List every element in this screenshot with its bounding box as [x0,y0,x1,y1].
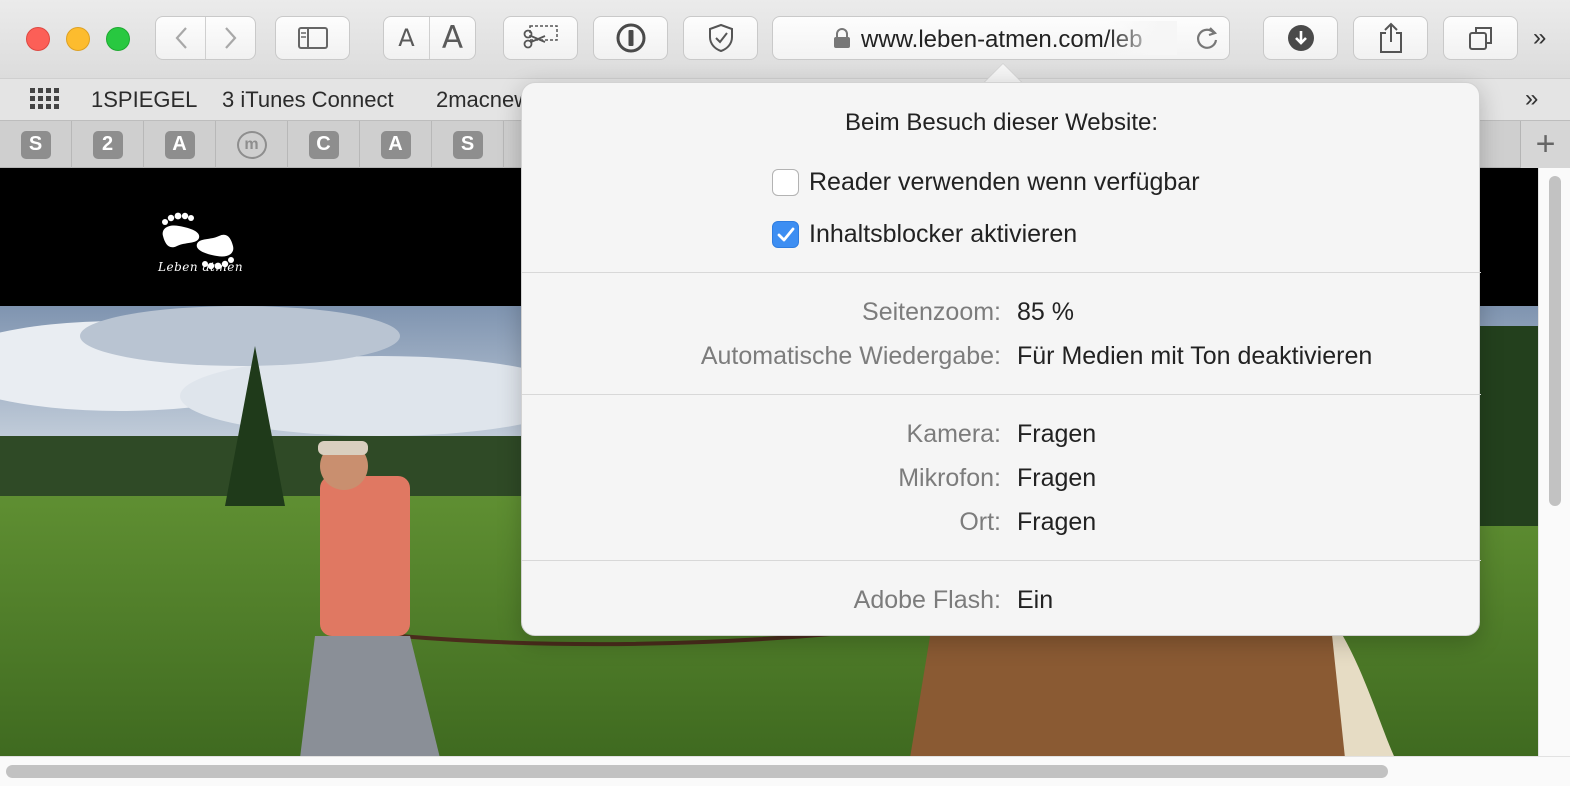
spiegel-favicon-icon: S [20,130,51,159]
reader-label: Reader verwenden wenn verfügbar [809,168,1200,196]
toolbar-overflow-button[interactable]: » [1533,24,1546,52]
tab-favicon-icon: m [236,130,267,159]
address-bar[interactable]: www.leben-atmen.com/leb [772,16,1230,60]
pinned-tab[interactable]: A [360,121,432,168]
sidebar-icon [297,27,328,49]
camera-value[interactable]: Fragen [1017,420,1096,449]
vertical-scrollbar[interactable] [1538,168,1570,758]
flash-value[interactable]: Ein [1017,586,1053,615]
url-text: www.leben-atmen.com/leb [861,26,1143,53]
favorite-link[interactable]: 3 iTunes Connect [222,87,394,113]
pinned-tab[interactable]: S [0,121,72,168]
website-settings-popover: Beim Besuch dieser Website: Reader verwe… [521,82,1481,636]
smaller-text-button[interactable]: A [384,17,429,59]
pinned-tab[interactable]: 2 [72,121,144,168]
reload-icon[interactable] [1193,25,1221,53]
microphone-row: Mikrofon: Fragen [522,464,1481,498]
vertical-scroll-thumb[interactable] [1549,176,1561,506]
pinned-tab[interactable]: C [288,121,360,168]
new-tab-button[interactable]: + [1520,121,1570,168]
location-label: Ort: [959,508,1001,536]
reader-option[interactable]: Reader verwenden wenn verfügbar [772,168,1200,197]
autoplay-row: Automatische Wiedergabe: Für Medien mit … [522,342,1481,376]
divider [522,560,1481,561]
microphone-value[interactable]: Fragen [1017,464,1096,493]
popover-title: Beim Besuch dieser Website: [844,109,1159,136]
toolbar: A A www.leben-atmen.com/leb » [0,0,1570,78]
share-button[interactable] [1353,16,1428,60]
shield-button[interactable] [683,16,758,60]
favorites-overflow-button[interactable]: » [1525,85,1538,113]
content-blocker-label: Inhaltsblocker aktivieren [809,220,1078,248]
popover-arrow [984,64,1022,83]
camera-row: Kamera: Fragen [522,420,1481,454]
horizontal-scroll-thumb[interactable] [6,765,1388,778]
autoplay-value[interactable]: Für Medien mit Ton deaktivieren [1017,342,1372,371]
camera-label: Kamera: [906,420,1001,448]
share-icon [1379,22,1402,53]
zoom-value[interactable]: 85 % [1017,298,1074,327]
divider [522,394,1481,395]
flash-label: Adobe Flash: [853,586,1001,614]
forward-button[interactable] [205,17,255,59]
tab-favicon-icon: C [308,130,339,159]
back-forward-control [155,16,256,60]
favorite-link[interactable]: 1SPIEGEL [91,87,197,113]
chevron-right-icon [224,27,236,49]
pinned-tab[interactable]: A [144,121,216,168]
sidebar-button[interactable] [275,16,350,60]
autoplay-label: Automatische Wiedergabe: [700,342,1001,370]
content-blocker-option[interactable]: Inhaltsblocker aktivieren [772,220,1077,249]
reader-checkbox[interactable] [772,169,799,196]
back-button[interactable] [156,17,205,59]
content-blocker-checkbox[interactable] [772,221,799,248]
tab-favicon-icon: A [164,130,195,159]
chevron-left-icon [175,27,187,49]
url-fade [1107,21,1177,55]
download-icon [1287,25,1314,51]
safari-window: A A www.leben-atmen.com/leb » 1SPIEGEL 3… [0,0,1570,786]
password-button[interactable] [593,16,668,60]
logo-text: Leben atmen [158,260,244,274]
tab-favicon-icon: S [452,130,483,159]
divider [522,272,1481,273]
location-row: Ort: Fragen [522,508,1481,542]
top-sites-grid-icon[interactable] [30,88,60,110]
flash-row: Adobe Flash: Ein [522,586,1481,620]
pinned-tab[interactable]: S [432,121,504,168]
checkmark-icon [777,227,794,241]
minimize-window-button[interactable] [66,27,90,51]
clip-button[interactable] [503,16,578,60]
microphone-label: Mikrofon: [898,464,1001,492]
favorite-link[interactable]: 2macnew [436,87,530,113]
zoom-row: Seitenzoom: 85 % [522,298,1481,332]
lock-icon [834,28,850,48]
horizontal-scrollbar[interactable] [0,756,1570,786]
tab-overview-icon [1468,27,1492,50]
close-window-button[interactable] [26,27,50,51]
zoom-label: Seitenzoom: [862,298,1001,326]
tab-favicon-icon: A [380,130,411,159]
location-value[interactable]: Fragen [1017,508,1096,537]
tab-overview-button[interactable] [1443,16,1518,60]
larger-text-button[interactable]: A [429,17,475,59]
downloads-button[interactable] [1263,16,1338,60]
pinned-tab[interactable]: m [216,121,288,168]
zoom-window-button[interactable] [106,27,130,51]
tab-favicon-icon: 2 [92,130,123,159]
1password-icon [616,23,645,53]
scissors-icon [523,25,558,49]
text-size-control: A A [383,16,476,60]
shield-check-icon [708,23,733,53]
